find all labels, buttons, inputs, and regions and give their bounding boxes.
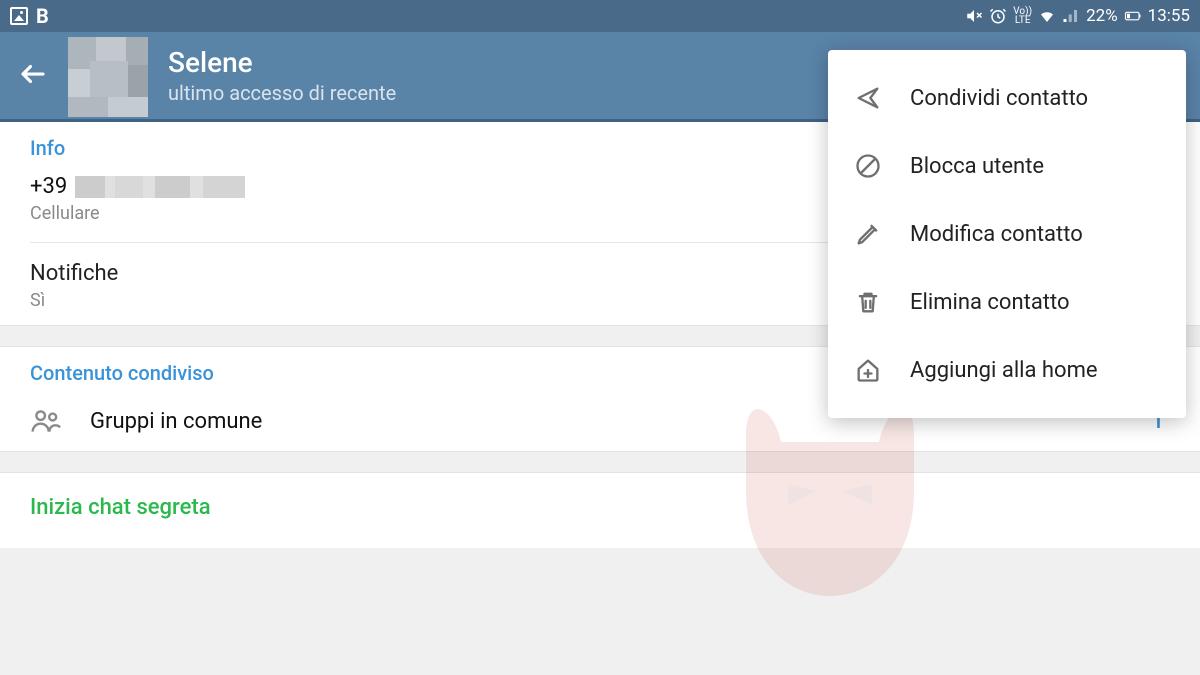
menu-item-label: Aggiungi alla home [910,358,1098,383]
status-right: Vo)) LTE 22% 13:55 [965,6,1190,26]
image-icon [10,7,28,25]
delete-icon [854,288,882,316]
menu-edit-contact[interactable]: Modifica contatto [828,200,1186,268]
header-text: Selene ultimo accesso di recente [168,46,396,105]
status-left: B [10,4,49,28]
phone-prefix: +39 [30,174,67,199]
android-status-bar: B Vo)) LTE 22% 13:55 [0,0,1200,32]
app-indicator: B [36,4,49,28]
menu-add-to-home[interactable]: Aggiungi alla home [828,336,1186,404]
menu-item-label: Elimina contatto [910,290,1070,315]
contact-name: Selene [168,46,396,79]
block-icon [854,152,882,180]
groups-icon [30,405,62,437]
status-time: 13:55 [1148,6,1190,26]
battery-icon [1124,7,1142,25]
mute-icon [965,7,983,25]
phone-number-censored [75,176,245,198]
wifi-icon [1038,7,1056,25]
battery-pct: 22% [1086,6,1118,26]
common-groups-label: Gruppi in comune [90,409,262,434]
section-gap [0,451,1200,473]
contact-avatar[interactable] [68,37,148,117]
menu-item-label: Condividi contatto [910,86,1088,111]
menu-share-contact[interactable]: Condividi contatto [828,64,1186,132]
edit-icon [854,220,882,248]
signal-icon [1062,7,1080,25]
secret-chat-section: Inizia chat segreta [0,473,1200,548]
volte-icon: Vo)) LTE [1013,7,1032,25]
menu-item-label: Modifica contatto [910,222,1083,247]
add-home-icon [854,356,882,384]
menu-item-label: Blocca utente [910,154,1044,179]
overflow-menu: Condividi contatto Blocca utente Modific… [828,50,1186,418]
start-secret-chat-button[interactable]: Inizia chat segreta [30,495,1170,520]
menu-block-user[interactable]: Blocca utente [828,132,1186,200]
last-seen: ultimo accesso di recente [168,81,396,105]
alarm-icon [989,7,1007,25]
share-icon [854,84,882,112]
menu-delete-contact[interactable]: Elimina contatto [828,268,1186,336]
back-button[interactable] [18,59,48,93]
